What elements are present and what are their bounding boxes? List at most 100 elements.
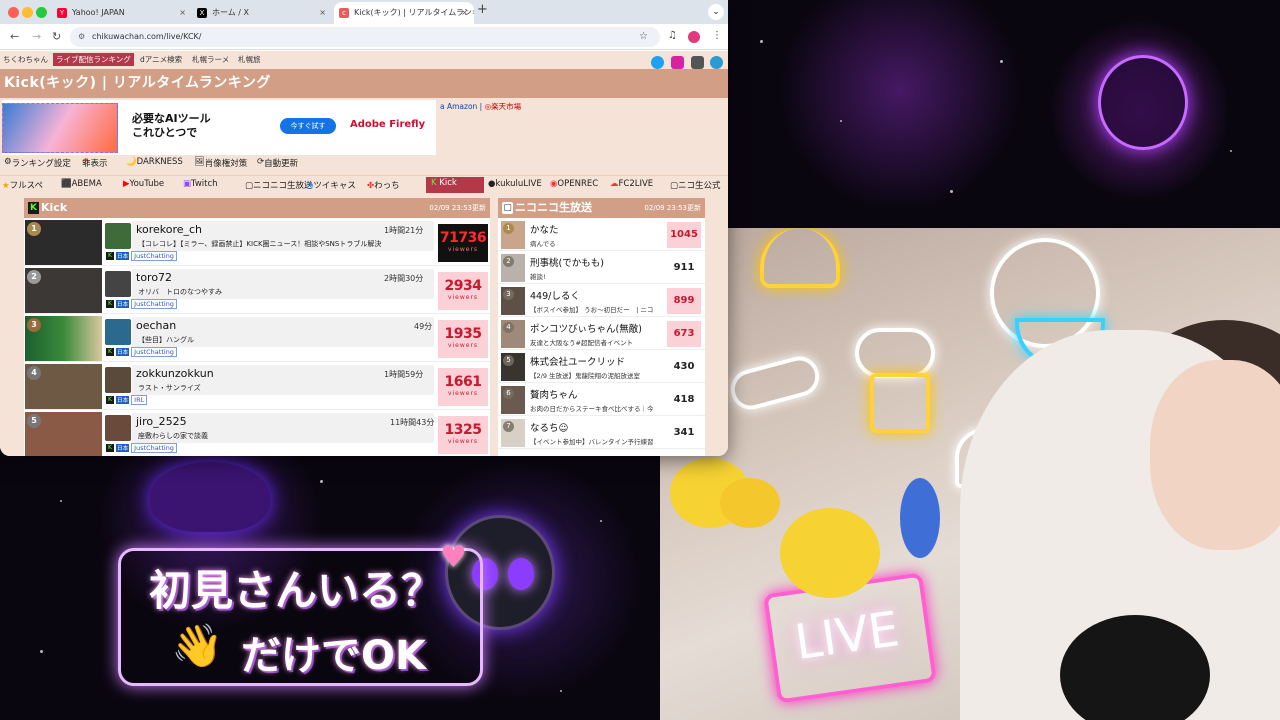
streamer-name[interactable]: 贅肉ちゃん bbox=[530, 387, 666, 401]
niconico-row[interactable]: 1 かなた 病んでる 1045 bbox=[498, 219, 705, 251]
viewer-count: 1045 bbox=[667, 222, 701, 248]
streamer-name[interactable]: korekore_ch bbox=[136, 223, 202, 236]
portrait-protection-toggle[interactable]: 🖼 肖像権対策 bbox=[194, 157, 247, 169]
streamer-name[interactable]: oechan bbox=[136, 319, 176, 332]
bluesky-icon[interactable] bbox=[710, 56, 723, 69]
platform-tab-kick[interactable]: K Kick bbox=[426, 177, 484, 193]
ad-cta-button[interactable]: 今すぐ試す bbox=[280, 118, 336, 134]
niconico-row[interactable]: 6 贅肉ちゃん お肉の日だからステーキ食べ比べする｜今 418 bbox=[498, 384, 705, 416]
category-tag[interactable]: JustChatting bbox=[131, 443, 177, 453]
maximize-window-button[interactable] bbox=[36, 7, 47, 18]
site-info-icon[interactable]: ⚙ bbox=[78, 27, 85, 47]
new-tab-button[interactable]: + bbox=[477, 2, 488, 17]
tab-yahoo[interactable]: Y Yahoo! JAPAN × bbox=[52, 2, 192, 24]
nav-anime-link[interactable]: dアニメ検索 bbox=[140, 54, 182, 65]
nav-travel-link[interactable]: 札幌旅 bbox=[238, 54, 261, 65]
category-tag[interactable]: JustChatting bbox=[131, 299, 177, 309]
streamer-avatar[interactable] bbox=[105, 271, 131, 297]
tab-x[interactable]: X ホーム / X × bbox=[192, 2, 332, 24]
tab-bar: Y Yahoo! JAPAN × X ホーム / X × c Kick(キック)… bbox=[0, 0, 728, 24]
kick-row[interactable]: 2 toro72 2時間30分 オリバ トロのなつやすみ K 日本 JustCh… bbox=[24, 267, 490, 314]
kick-row[interactable]: 1 korekore_ch 1時間21分 【コレコレ】【ミラー、録画禁止】KIC… bbox=[24, 219, 490, 266]
streamer-name[interactable]: かなた bbox=[530, 222, 666, 236]
nav-home-link[interactable]: ちくわちゃん bbox=[3, 54, 48, 65]
stream-title: 【ボスイベ参加】 うお〜初日だー | ニコ bbox=[530, 306, 654, 314]
rank-badge: 5 bbox=[27, 414, 41, 428]
profile-avatar[interactable] bbox=[688, 31, 700, 43]
niconico-row[interactable]: 7 なるち☺ 【イベント参加中】バレンタイン予行練習 341 bbox=[498, 417, 705, 449]
stream-duration: 49分 bbox=[414, 322, 433, 331]
nav-live-ranking-link[interactable]: ライブ配信ランキング bbox=[53, 53, 134, 66]
streamer-name[interactable]: ポンコツびぃちゃん(無敵) bbox=[530, 321, 666, 335]
platform-tab-abema[interactable]: ⬛ABEMA bbox=[61, 179, 102, 189]
tab-search-button[interactable]: ⌄ bbox=[708, 4, 724, 20]
platform-tab-fullspec[interactable]: ★フルスペ bbox=[2, 179, 43, 191]
amazon-link[interactable]: a Amazon bbox=[440, 102, 477, 111]
url-input[interactable]: ⚙ chikuwachan.com/live/KCK/ ☆ bbox=[70, 27, 660, 47]
streamer-name[interactable]: なるち☺ bbox=[530, 420, 666, 434]
close-window-button[interactable] bbox=[8, 7, 19, 18]
niconico-row[interactable]: 4 ポンコツびぃちゃん(無敵) 友達と大阪なう#超配信者イベント 673 bbox=[498, 318, 705, 350]
niconico-row[interactable]: 5 株式会社ユークリッド 【2/9 生放送】鬼龍院翔の泥船放送室 430 bbox=[498, 351, 705, 383]
streamer-name[interactable]: zokkunzokkun bbox=[136, 367, 214, 380]
ranking-settings-button[interactable]: ⚙ ランキング設定 bbox=[4, 157, 71, 169]
stream-title: 座敷わらしの家で談義 bbox=[138, 432, 208, 440]
instagram-icon[interactable] bbox=[671, 56, 684, 69]
viewer-count: 1661 viewers bbox=[438, 368, 488, 406]
category-tag[interactable]: JustChatting bbox=[131, 347, 177, 357]
platform-tab-youtube[interactable]: ▶YouTube bbox=[123, 179, 164, 189]
ghost-character-icon bbox=[1098, 55, 1188, 150]
platform-tab-nico-official[interactable]: ▢ニコ生公式 bbox=[670, 179, 721, 191]
category-tag[interactable]: JustChatting bbox=[131, 251, 177, 261]
x-icon: X bbox=[197, 8, 207, 18]
kick-row[interactable]: 3 oechan 49分 【些目】ハングル K 日本 JustChatting … bbox=[24, 315, 490, 362]
close-tab-icon[interactable]: × bbox=[179, 2, 186, 24]
tab-kick-ranking[interactable]: c Kick(キック) | リアルタイムランキ × bbox=[334, 2, 474, 24]
niconico-row[interactable]: 2 刑事桃(でかもも) 雑談! 911 bbox=[498, 252, 705, 284]
viewer-count: 899 bbox=[667, 288, 701, 314]
twitter-icon[interactable] bbox=[651, 56, 664, 69]
bookmark-star-icon[interactable]: ☆ bbox=[639, 27, 648, 47]
platform-tab-niconico[interactable]: ▢ニコニコ生放送 bbox=[245, 179, 313, 191]
streamer-name[interactable]: jiro_2525 bbox=[136, 415, 187, 428]
category-tag[interactable]: IRL bbox=[131, 395, 148, 405]
darkness-toggle[interactable]: 🌙 DARKNESS bbox=[126, 157, 183, 167]
streamer-avatar[interactable] bbox=[105, 223, 131, 249]
platform-tab-kukulu[interactable]: ●kukuluLIVE bbox=[488, 179, 542, 189]
forward-icon[interactable]: → bbox=[32, 30, 41, 43]
close-tab-icon[interactable]: × bbox=[319, 2, 326, 24]
platform-tab-openrec[interactable]: ◉OPENREC bbox=[550, 179, 598, 189]
niconico-icon[interactable] bbox=[691, 56, 704, 69]
kick-row[interactable]: 4 zokkunzokkun 1時間59分 ラスト・サンライズ K 日本 IRL… bbox=[24, 363, 490, 410]
rank-badge: 7 bbox=[503, 421, 514, 432]
nav-ramen-link[interactable]: 札幌ラーメ bbox=[192, 54, 229, 65]
rakuten-link[interactable]: ◎楽天市場 bbox=[485, 102, 522, 111]
media-control-icon[interactable]: ♫ bbox=[668, 30, 677, 41]
platform-tab-fc2[interactable]: ☁FC2LIVE bbox=[610, 179, 653, 189]
menu-icon[interactable]: ⋮ bbox=[712, 30, 722, 41]
close-tab-icon[interactable]: × bbox=[461, 2, 468, 24]
streamer-avatar[interactable] bbox=[105, 367, 131, 393]
streamer-name[interactable]: 449/しるく bbox=[530, 288, 666, 302]
kick-logo-icon: K bbox=[28, 202, 39, 214]
kick-panel-header: K Kick 02/09 23:53更新 bbox=[24, 198, 490, 218]
platform-tab-twitch[interactable]: ▣Twitch bbox=[183, 179, 218, 189]
viewer-count: 418 bbox=[667, 387, 701, 413]
streamer-name[interactable]: 株式会社ユークリッド bbox=[530, 354, 666, 368]
ad-banner[interactable]: 必要なAIツール これひとつで 今すぐ試す Adobe Firefly bbox=[2, 100, 436, 155]
reload-icon[interactable]: ↻ bbox=[52, 30, 61, 43]
platform-tab-twitcasting[interactable]: ◔ツイキャス bbox=[306, 179, 356, 191]
back-icon[interactable]: ← bbox=[10, 30, 19, 43]
viewer-count: 341 bbox=[667, 420, 701, 446]
streamer-avatar[interactable] bbox=[105, 319, 131, 345]
kick-row[interactable]: 5 jiro_2525 11時間43分 座敷わらしの家で談義 K 日本 Just… bbox=[24, 411, 490, 456]
minimize-window-button[interactable] bbox=[22, 7, 33, 18]
rank-badge: 3 bbox=[503, 289, 514, 300]
address-bar: ← → ↻ ⚙ chikuwachan.com/live/KCK/ ☆ ♫ ⋮ bbox=[0, 24, 728, 50]
streamer-name[interactable]: 刑事桃(でかもも) bbox=[530, 255, 666, 269]
niconico-row[interactable]: 3 449/しるく 【ボスイベ参加】 うお〜初日だー | ニコ 899 bbox=[498, 285, 705, 317]
streamer-name[interactable]: toro72 bbox=[136, 271, 172, 284]
streamer-avatar[interactable] bbox=[105, 415, 131, 441]
platform-tab-whowatch[interactable]: ✤わっち bbox=[367, 179, 400, 191]
auto-refresh-toggle[interactable]: ⟳ 自動更新 bbox=[257, 157, 298, 169]
